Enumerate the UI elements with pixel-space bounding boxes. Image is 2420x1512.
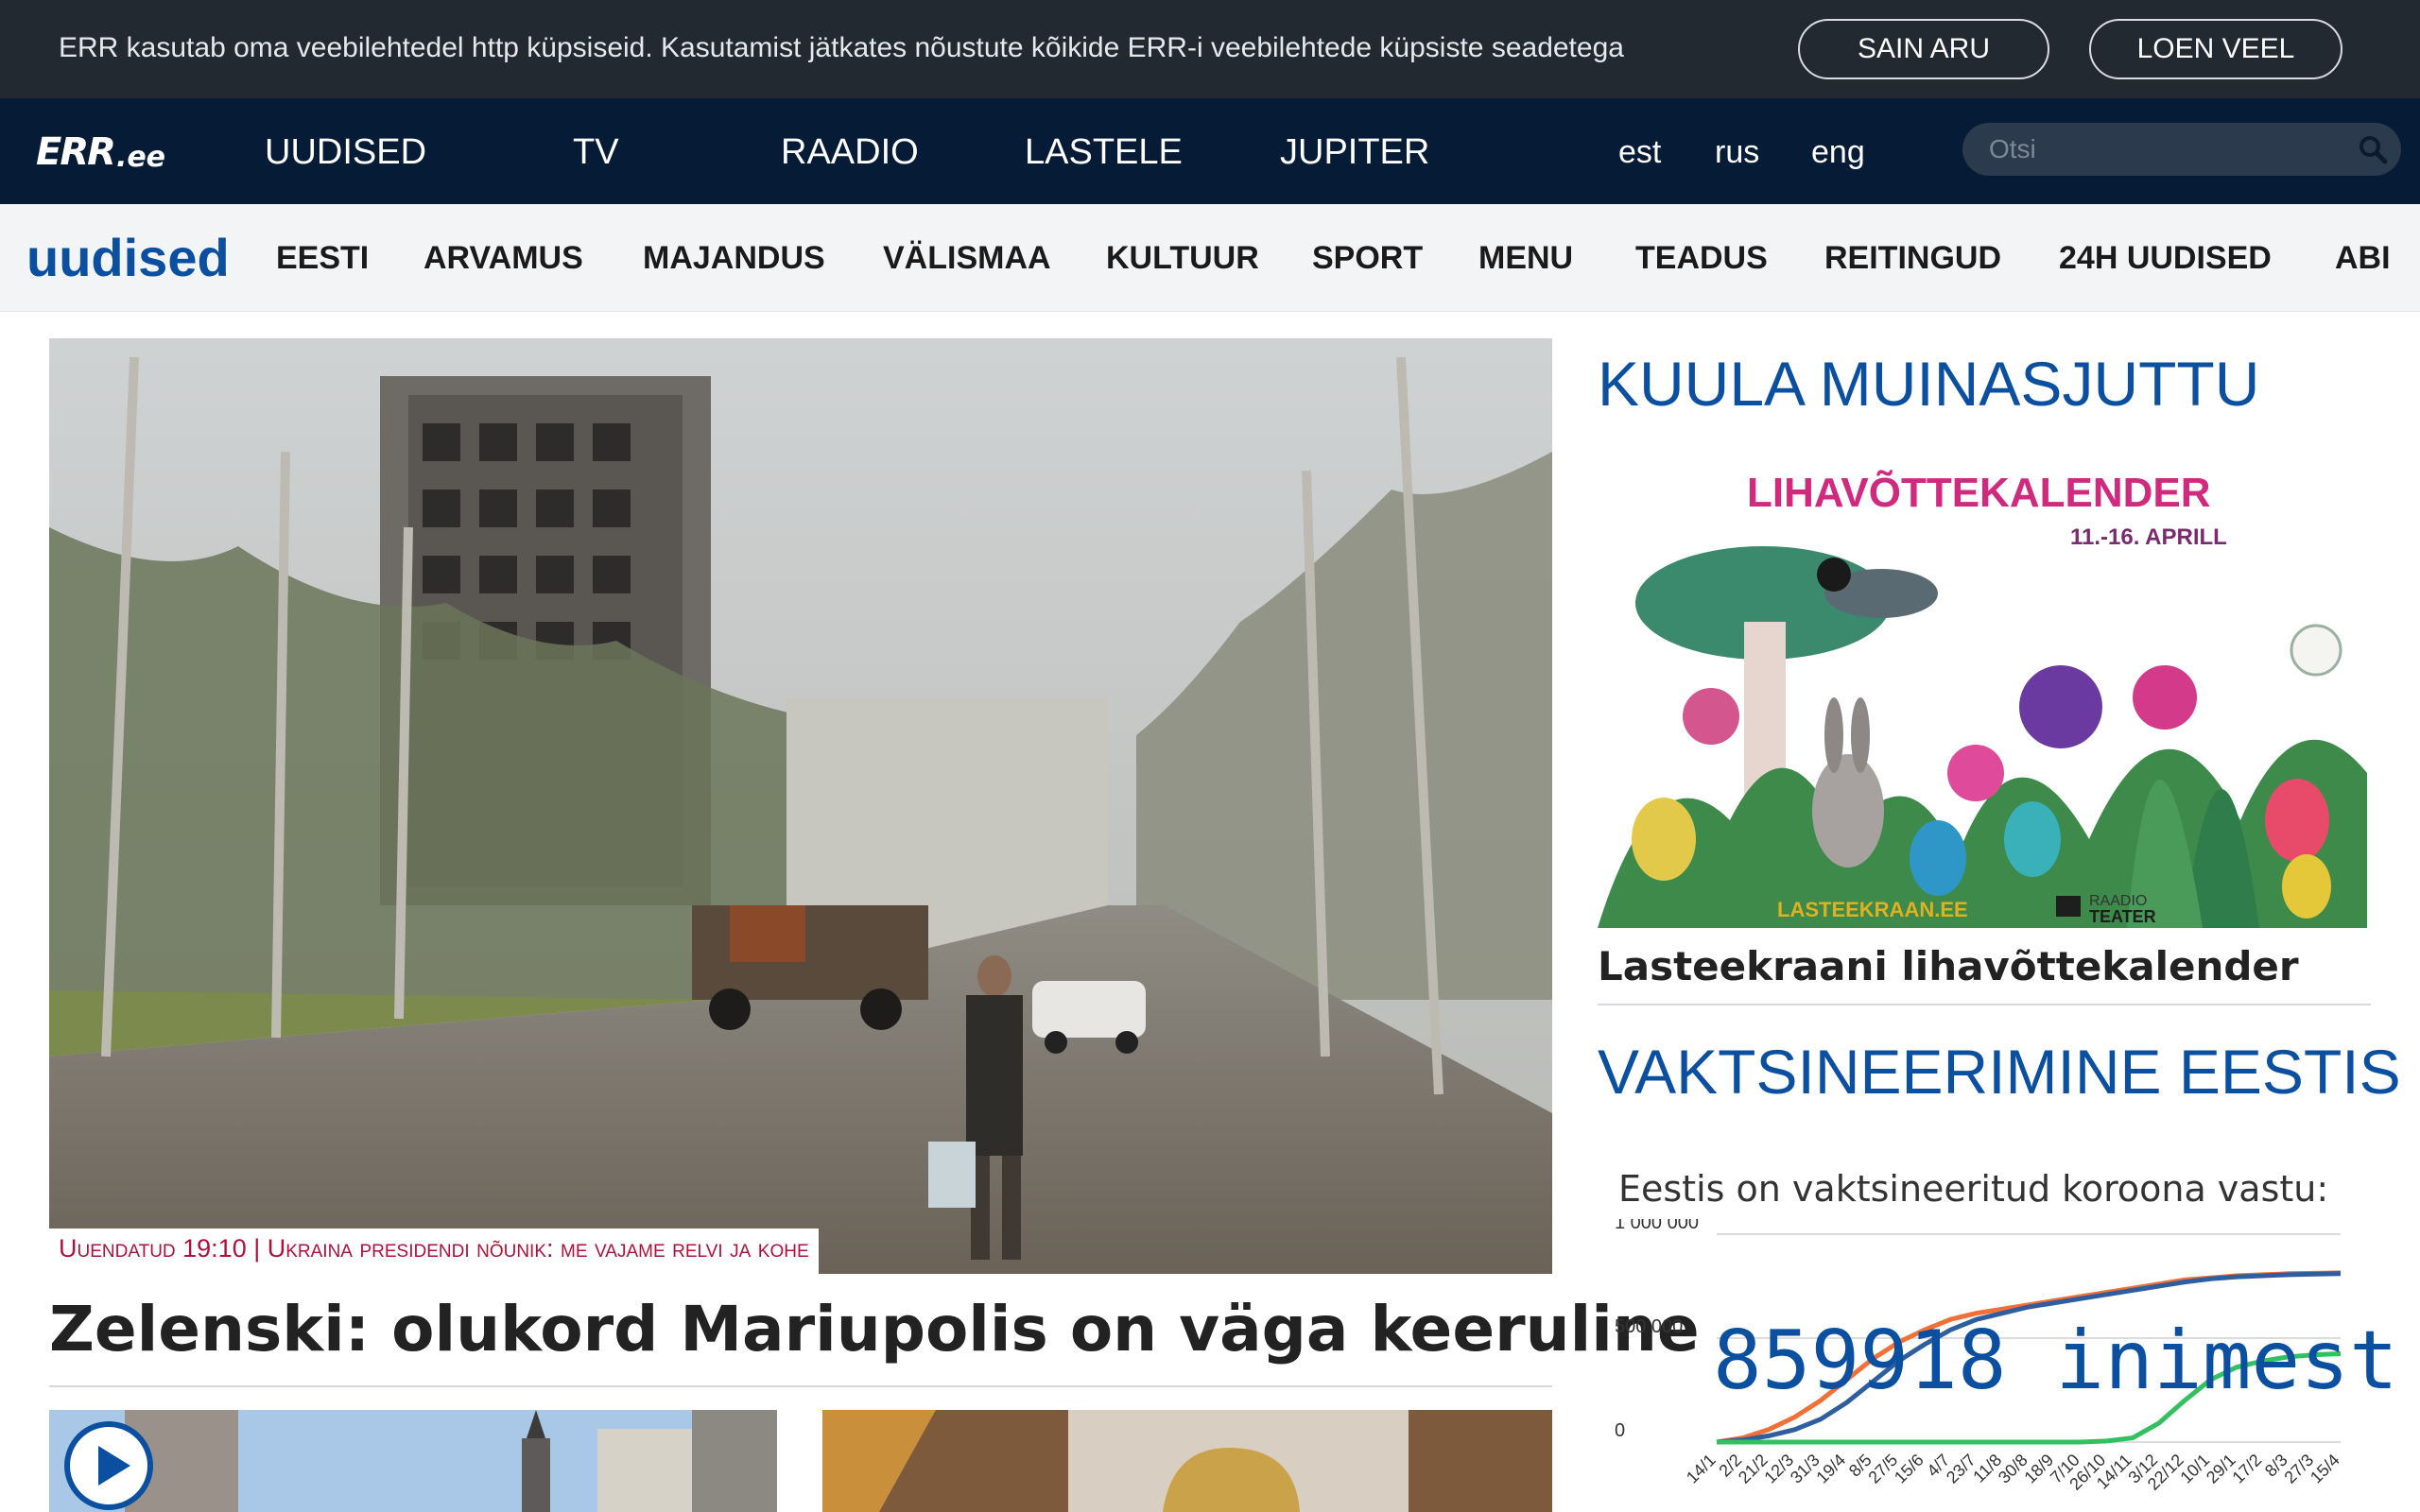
chart-x-tick-label: 14/1 [1683, 1451, 1720, 1487]
cookie-text: ERR kasutab oma veebilehtedel http küpsi… [59, 32, 1624, 63]
main-headline[interactable]: Zelenski: olukord Mariupolis on väga kee… [49, 1293, 1700, 1366]
hero-update-label[interactable]: Uuendatud 19:10 | Ukraina presidendi nõu… [49, 1228, 819, 1274]
top-navigation: ERR .ee UUDISED TV RAADIO LASTELE JUPITE… [0, 98, 2420, 204]
subnav-item-eesti[interactable]: EESTI [276, 240, 369, 277]
article-thumbnail[interactable] [49, 1410, 777, 1512]
search-input[interactable] [1989, 130, 2348, 168]
divider [1598, 1004, 2371, 1005]
lang-est[interactable]: est [1618, 134, 1661, 171]
play-icon[interactable] [64, 1421, 153, 1510]
cookie-banner: ERR kasutab oma veebilehtedel http küpsi… [0, 0, 2420, 98]
chart-y-tick-label: 1 000 000 [1615, 1219, 1699, 1233]
sidebar-heading-kuula-muinasjuttu[interactable]: KUULA MUINASJUTTU [1598, 348, 2259, 420]
chart-x-tick-label: 19/4 [1812, 1451, 1849, 1487]
vaccination-label: Eestis on vaktsineeritud koroona vastu: [1618, 1168, 2329, 1210]
chart-y-tick-label: 0 [1615, 1420, 1625, 1441]
subnav-item-arvamus[interactable]: ARVAMUS [424, 240, 583, 277]
easter-calendar-promo[interactable]: LIHAVÕTTEKALENDER 11.-16. APRILL LASTEEK… [1598, 461, 2367, 928]
logo-ee-text: .ee [115, 141, 166, 174]
article-thumbnail[interactable] [822, 1410, 1552, 1512]
topnav-item-tv[interactable]: TV [573, 132, 619, 173]
logo-err-text: ERR [36, 130, 116, 174]
lang-eng[interactable]: eng [1811, 134, 1865, 171]
promo-dates: 11.-16. APRILL [2070, 524, 2227, 550]
divider [49, 1385, 1552, 1387]
chart-x-tick-label: 15/4 [2307, 1451, 2343, 1487]
topnav-item-raadio[interactable]: RAADIO [781, 132, 919, 173]
search-icon[interactable] [2358, 134, 2388, 164]
subnav-item-teadus[interactable]: TEADUS [1635, 240, 1768, 277]
section-title[interactable]: uudised [26, 227, 230, 288]
subnav-item-valismaa[interactable]: VÄLISMAA [883, 240, 1051, 277]
subnav-item-kultuur[interactable]: KULTUUR [1106, 240, 1259, 277]
promo-site-text: LASTEEKRAAN.EE [1777, 898, 1968, 921]
subnav-item-sport[interactable]: SPORT [1312, 240, 1423, 277]
subnav-item-menu[interactable]: MENU [1478, 240, 1573, 277]
err-logo[interactable]: ERR .ee [36, 130, 165, 174]
promo-title: LIHAVÕTTEKALENDER [1747, 469, 2211, 516]
topnav-item-uudised[interactable]: UUDISED [265, 132, 426, 173]
hero-image[interactable] [49, 338, 1552, 1274]
chart-y-tick-label: 500 000 [1615, 1316, 1683, 1337]
lang-rus[interactable]: rus [1715, 134, 1759, 171]
subnav-item-reitingud[interactable]: REITINGUD [1824, 240, 2001, 277]
vaccination-count: 859918 inimest [1713, 1314, 2398, 1408]
subnav-item-majandus[interactable]: MAJANDUS [643, 240, 825, 277]
topnav-item-jupiter[interactable]: JUPITER [1280, 132, 1429, 173]
search-box [1962, 123, 2401, 176]
topnav-item-lastele[interactable]: LASTELE [1025, 132, 1183, 173]
accept-cookies-button[interactable]: SAIN ARU [1798, 19, 2049, 79]
sidebar-heading-vaktsineerimine[interactable]: VAKTSINEERIMINE EESTIS [1598, 1036, 2401, 1108]
radio-teater-logo-icon [2056, 896, 2081, 917]
section-navigation: uudised EESTI ARVAMUS MAJANDUS VÄLISMAA … [0, 204, 2420, 312]
promo-partner-bottom: TEATER [2089, 907, 2156, 926]
read-more-button[interactable]: LOEN VEEL [2089, 19, 2342, 79]
chart-x-tick-label: 17/2 [2228, 1451, 2265, 1487]
subnav-item-24h-uudised[interactable]: 24H UUDISED [2059, 240, 2272, 277]
subnav-item-abi[interactable]: ABI [2335, 240, 2391, 277]
promo-caption[interactable]: Lasteekraani lihavõttekalender [1598, 943, 2299, 989]
chart-x-tick-label: 15/6 [1891, 1451, 1927, 1487]
